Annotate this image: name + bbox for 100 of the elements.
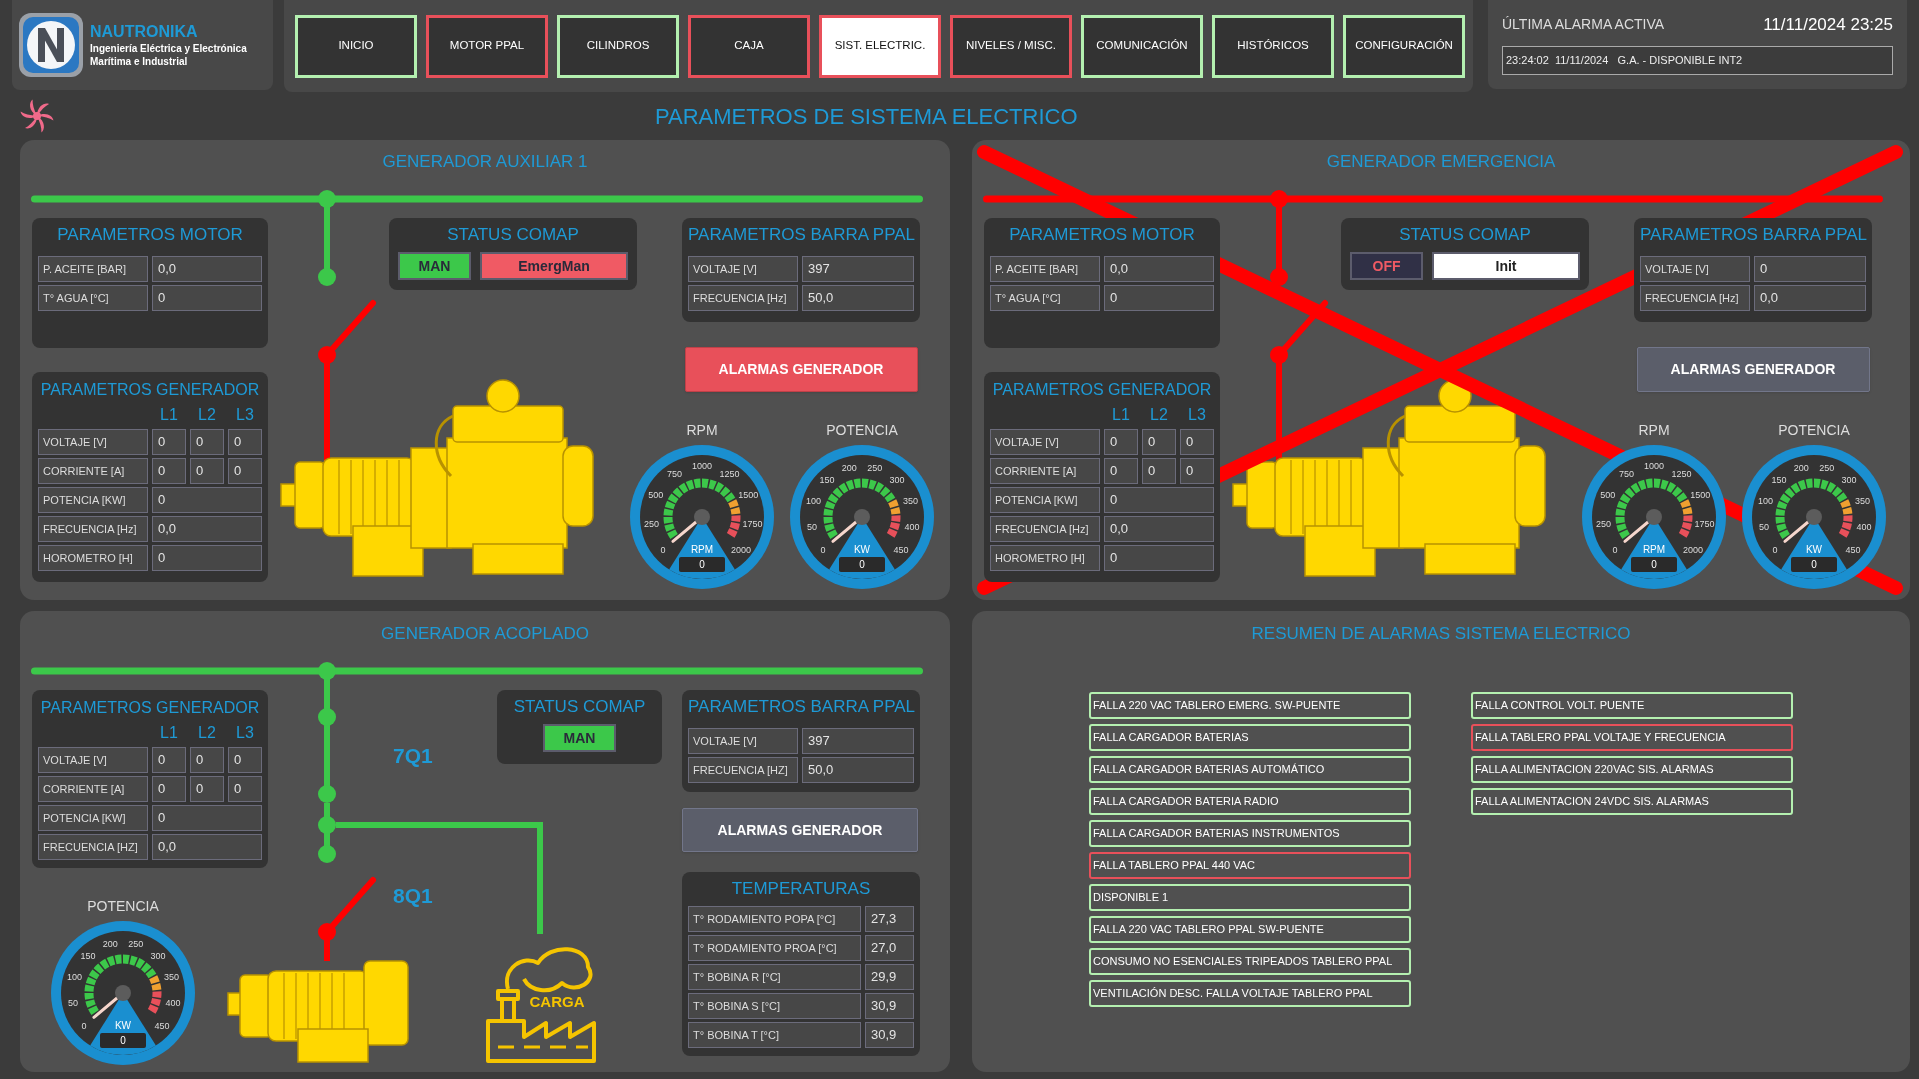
phase-label: L3	[235, 405, 255, 425]
alarm-indicator: FALLA CARGADOR BATERIAS INSTRUMENTOS	[1089, 820, 1411, 847]
phase-label: L3	[235, 723, 255, 743]
parameter-label: FRECUENCIA [Hz]	[1640, 285, 1750, 311]
parameter-value: 0,0	[152, 834, 262, 860]
nav-tab[interactable]: NIVELES / MISC.	[950, 14, 1072, 78]
scale-label: 100	[66, 972, 82, 983]
last-alarm-datetime: 11/11/2024 23:25	[1763, 14, 1893, 36]
gauge-reading: 0	[1651, 559, 1657, 570]
needle-hub	[694, 509, 710, 525]
parameter-label: CORRIENTE [A]	[990, 458, 1100, 484]
alarm-button[interactable]: ALARMAS GENERADOR	[1636, 347, 1870, 392]
parameter-value: 50,0	[802, 757, 914, 783]
gauge-title: RPM	[1638, 422, 1670, 438]
parameter-value: 0	[152, 545, 262, 571]
scale-label: 0	[81, 1020, 87, 1031]
parameter-value: 27,3	[865, 906, 914, 932]
parameter-label: VOLTAJE [V]	[990, 429, 1100, 455]
nav-tab[interactable]: CILINDROS	[557, 14, 679, 78]
scale-label: 50	[68, 997, 78, 1008]
alarm-indicator: FALLA CONTROL VOLT. PUENTE	[1471, 692, 1793, 719]
parameter-label: POTENCIA [KW]	[38, 805, 148, 831]
scale-label: 0	[1772, 544, 1778, 555]
status-badge: OFF	[1350, 252, 1423, 280]
parameter-label: FRECUENCIA [HZ]	[38, 834, 148, 860]
nav-tab[interactable]: INICIO	[295, 14, 417, 78]
logo-icon	[18, 12, 84, 78]
alarm-indicator: FALLA ALIMENTACION 220VAC SIS. ALARMAS	[1471, 756, 1793, 783]
gauge-title: POTENCIA	[826, 422, 898, 438]
tagline: Ingeniería Eléctrica y Electrónica	[90, 42, 247, 55]
parameter-value: 0	[152, 747, 186, 773]
gauge-reading: 0	[1811, 559, 1817, 570]
phase-label: L2	[1149, 405, 1169, 425]
scale-label: 150	[819, 474, 835, 485]
alarm-button[interactable]: ALARMAS GENERADOR	[682, 808, 918, 852]
parameter-label: FRECUENCIA [Hz]	[990, 516, 1100, 542]
alarm-indicator: FALLA 220 VAC TABLERO PPAL SW-PUENTE	[1089, 916, 1411, 943]
parameter-value: 0	[1142, 429, 1176, 455]
alarm-button[interactable]: ALARMAS GENERADOR	[684, 347, 918, 392]
scale-label: 400	[1856, 521, 1872, 532]
nav-tab[interactable]: CAJA	[688, 14, 810, 78]
last-alarm-entry: 23:24:02 11/11/2024 G.A. - DISPONIBLE INT2	[1502, 45, 1893, 75]
panel-title: GENERADOR ACOPLADO	[380, 623, 590, 645]
breaker-label: 7Q1	[393, 744, 433, 767]
needle-hub	[1806, 509, 1822, 525]
box-title: STATUS COMAP	[446, 224, 580, 246]
parameter-value: 0	[190, 747, 224, 773]
nav-tab[interactable]: HISTÓRICOS	[1212, 14, 1334, 78]
parameter-value: 0	[1104, 487, 1214, 513]
scale-label: 50	[1759, 521, 1769, 532]
alarm-indicator: FALLA TABLERO PPAL VOLTAJE Y FRECUENCIA	[1471, 724, 1793, 751]
scale-label: 250	[128, 938, 144, 949]
unit-label: KW	[853, 544, 871, 555]
load-label: CARGA	[529, 993, 585, 1010]
scale-label: 250	[867, 462, 883, 473]
gauge-reading: 0	[699, 559, 705, 570]
parameter-value: 0	[1104, 285, 1214, 311]
nav-tab[interactable]: COMUNICACIÓN	[1081, 14, 1203, 78]
scale-label: 1000	[1644, 461, 1664, 471]
alarm-indicator: VENTILACIÓN DESC. FALLA VOLTAJE TABLERO PPAL	[1089, 980, 1411, 1007]
unit-label: RPM	[1642, 544, 1666, 555]
parameter-value: 0	[228, 747, 262, 773]
parameter-value: 30,9	[865, 993, 914, 1019]
parameter-label: P. ACEITE [BAR]	[38, 256, 148, 282]
tagline: Marítima e Industrial	[90, 55, 189, 68]
scale-label: 200	[1793, 462, 1809, 473]
brand-name: NAUTRONIKA	[90, 22, 199, 42]
parameter-value: 29,9	[865, 964, 914, 990]
scale-label: 2000	[1683, 544, 1704, 555]
parameter-value: 0	[190, 429, 224, 455]
scale-label: 200	[102, 938, 118, 949]
nav-tab[interactable]: MOTOR PPAL	[426, 14, 548, 78]
nav-tab[interactable]: SIST. ELECTRIC.	[819, 14, 941, 78]
gauge-title: POTENCIA	[1778, 422, 1850, 438]
parameter-label: POTENCIA [KW]	[990, 487, 1100, 513]
parameter-label: T° AGUA [°C]	[38, 285, 148, 311]
panel-title: GENERADOR EMERGENCIA	[1325, 151, 1557, 173]
phase-label: L1	[159, 405, 179, 425]
parameter-value: 0	[1104, 545, 1214, 571]
phase-label: L2	[197, 405, 217, 425]
alarm-indicator: FALLA 220 VAC TABLERO EMERG. SW-PUENTE	[1089, 692, 1411, 719]
parameter-value: 0,0	[1754, 285, 1866, 311]
parameter-value: 30,9	[865, 1022, 914, 1048]
alarm-indicator: DISPONIBLE 1	[1089, 884, 1411, 911]
unit-label: KW	[114, 1020, 132, 1031]
scale-label: 2000	[731, 544, 752, 555]
phase-label: L1	[159, 723, 179, 743]
nav-tab[interactable]: CONFIGURACIÓN	[1343, 14, 1465, 78]
box-title: PARAMETROS BARRA PPAL	[1640, 224, 1866, 246]
box-title: PARAMETROS BARRA PPAL	[688, 696, 914, 718]
parameter-label: FRECUENCIA [Hz]	[688, 285, 798, 311]
scale-label: 450	[893, 544, 909, 555]
parameter-label: FRECUENCIA [Hz]	[38, 516, 148, 542]
parameter-label: HOROMETRO [H]	[38, 545, 148, 571]
parameter-value: 0,0	[152, 516, 262, 542]
scale-label: 350	[903, 496, 919, 507]
parameter-label: T° AGUA [°C]	[990, 285, 1100, 311]
needle-hub	[854, 509, 870, 525]
parameter-label: CORRIENTE [A]	[38, 776, 148, 802]
box-title: PARAMETROS GENERADOR	[991, 380, 1213, 400]
